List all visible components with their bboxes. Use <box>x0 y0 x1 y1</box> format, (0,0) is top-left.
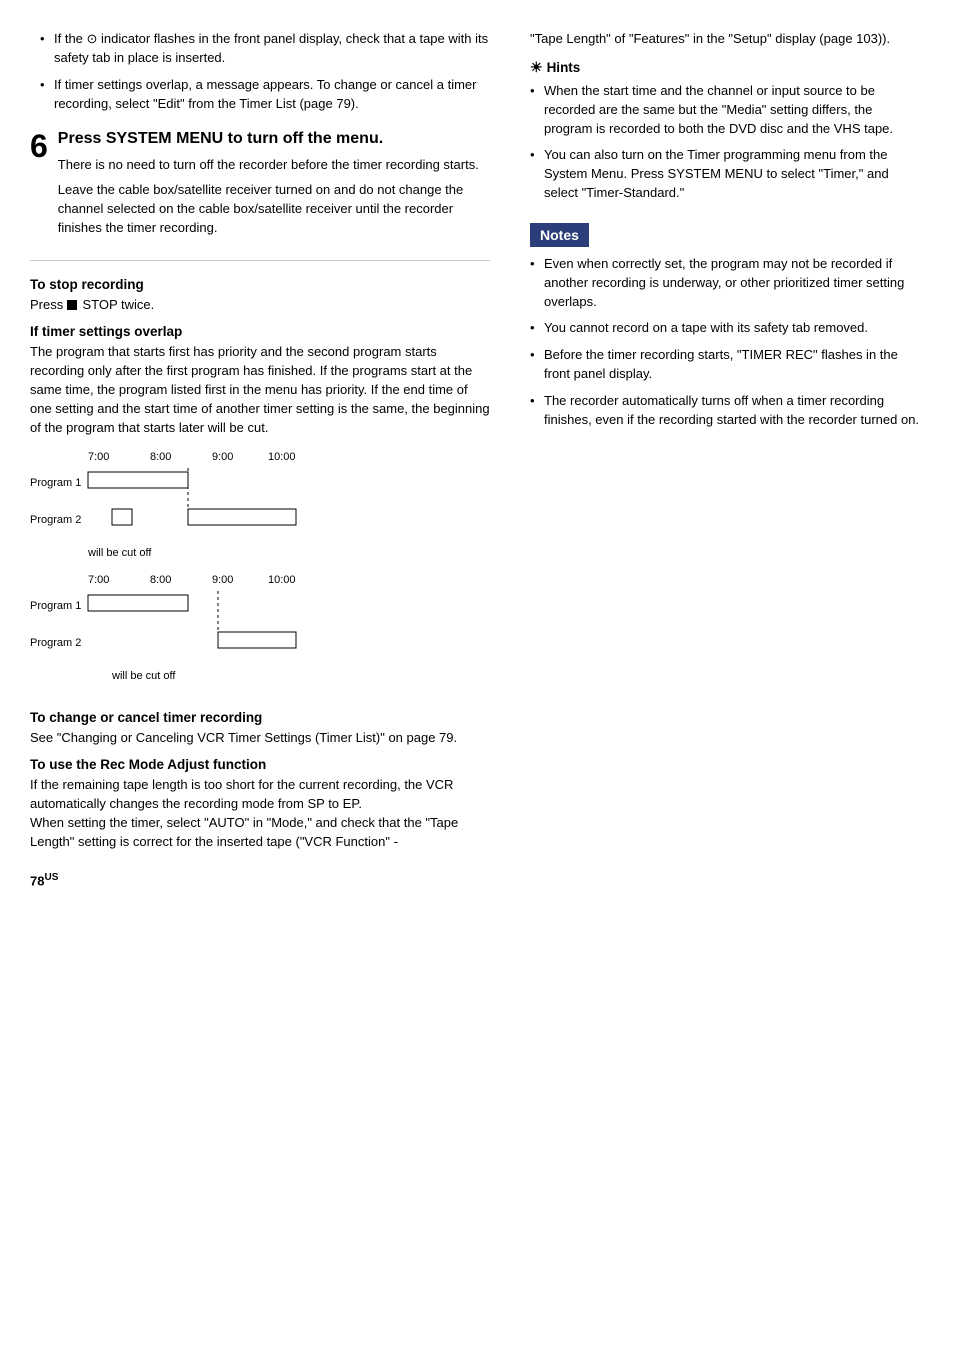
rec-mode-p1: If the remaining tape length is too shor… <box>30 776 490 814</box>
step-title: Press SYSTEM MENU to turn off the menu. <box>58 129 490 150</box>
to-change-cancel-body: See "Changing or Canceling VCR Timer Set… <box>30 729 490 748</box>
if-timer-overlap-body: The program that starts first has priori… <box>30 343 490 437</box>
diagrams-container: 7:00 8:00 9:00 10:00 Program 1 Program 2… <box>30 448 490 694</box>
to-use-rec-mode-heading: To use the Rec Mode Adjust function <box>30 757 490 772</box>
notes-section: Notes Even when correctly set, the progr… <box>530 223 924 430</box>
bullet-item-1: If the ⊙ indicator flashes in the front … <box>40 30 490 68</box>
notes-box: Notes <box>530 223 589 247</box>
top-bullet-list: If the ⊙ indicator flashes in the front … <box>30 30 490 113</box>
svg-text:Program 2: Program 2 <box>30 637 81 649</box>
svg-text:9:00: 9:00 <box>212 451 233 463</box>
svg-text:8:00: 8:00 <box>150 451 171 463</box>
svg-text:Program 1: Program 1 <box>30 477 81 489</box>
continuation-text: "Tape Length" of "Features" in the "Setu… <box>530 30 924 49</box>
step-body: There is no need to turn off the recorde… <box>58 156 490 237</box>
to-use-rec-mode-body: If the remaining tape length is too shor… <box>30 776 490 851</box>
right-column: "Tape Length" of "Features" in the "Setu… <box>520 30 924 1322</box>
step-body-p2: Leave the cable box/satellite receiver t… <box>58 181 490 238</box>
to-stop-recording-heading: To stop recording <box>30 277 490 292</box>
note-item-2: You cannot record on a tape with its saf… <box>530 319 924 338</box>
if-timer-overlap-heading: If timer settings overlap <box>30 324 490 339</box>
hints-icon: ☀ <box>530 59 543 76</box>
svg-text:will be cut off: will be cut off <box>87 547 152 559</box>
svg-text:Program 2: Program 2 <box>30 514 81 526</box>
hint-item-1: When the start time and the channel or i… <box>530 82 924 139</box>
divider-1 <box>30 260 490 261</box>
notes-list: Even when correctly set, the program may… <box>530 255 924 430</box>
page-number: 78US <box>30 872 490 888</box>
svg-text:Program 1: Program 1 <box>30 600 81 612</box>
stop-icon <box>67 300 77 310</box>
to-stop-recording-body: Press STOP twice. <box>30 296 490 315</box>
note-item-4: The recorder automatically turns off whe… <box>530 392 924 430</box>
diagram-2: 7:00 8:00 9:00 10:00 Program 1 Program 2… <box>30 571 370 691</box>
step-number: 6 <box>30 129 48 243</box>
svg-text:9:00: 9:00 <box>212 574 233 586</box>
svg-text:7:00: 7:00 <box>88 574 109 586</box>
svg-text:10:00: 10:00 <box>268 451 296 463</box>
svg-text:10:00: 10:00 <box>268 574 296 586</box>
svg-text:8:00: 8:00 <box>150 574 171 586</box>
note-item-1: Even when correctly set, the program may… <box>530 255 924 312</box>
svg-text:7:00: 7:00 <box>88 451 109 463</box>
hints-label: Hints <box>547 60 581 75</box>
step-content: Press SYSTEM MENU to turn off the menu. … <box>58 129 490 243</box>
note-item-3: Before the timer recording starts, "TIME… <box>530 346 924 384</box>
hints-list: When the start time and the channel or i… <box>530 82 924 203</box>
to-change-cancel-heading: To change or cancel timer recording <box>30 710 490 725</box>
step-body-p1: There is no need to turn off the recorde… <box>58 156 490 175</box>
hint-item-2: You can also turn on the Timer programmi… <box>530 146 924 203</box>
bullet-item-2: If timer settings overlap, a message app… <box>40 76 490 114</box>
hints-section: ☀ Hints When the start time and the chan… <box>530 59 924 203</box>
rec-mode-p2: When setting the timer, select "AUTO" in… <box>30 814 490 852</box>
hints-title: ☀ Hints <box>530 59 924 76</box>
svg-text:will be cut off: will be cut off <box>111 670 176 682</box>
left-column: If the ⊙ indicator flashes in the front … <box>30 30 520 1322</box>
step-6: 6 Press SYSTEM MENU to turn off the menu… <box>30 129 490 243</box>
diagram-1: 7:00 8:00 9:00 10:00 Program 1 Program 2… <box>30 448 370 568</box>
